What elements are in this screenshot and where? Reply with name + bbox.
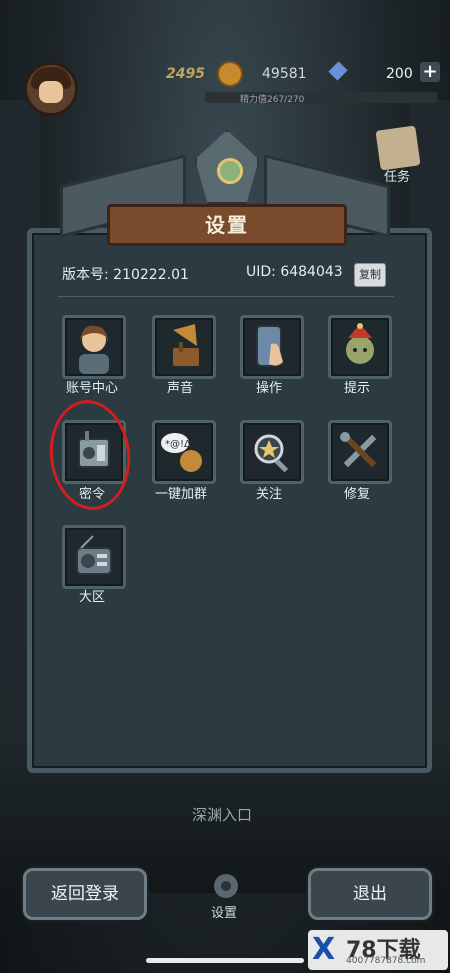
copy-uid-button[interactable]: 复制 [354, 263, 386, 287]
magnifier-star-icon [254, 434, 289, 473]
watermark-logo: X 78下载 4007787878.com [308, 930, 448, 970]
control-button[interactable] [240, 315, 304, 379]
tile-label-join-group: 一键加群 [155, 487, 208, 502]
uid-label: UID: [246, 264, 276, 280]
phone-tap-icon [256, 325, 283, 367]
account-center-button[interactable] [62, 315, 126, 379]
hint-button[interactable] [328, 315, 392, 379]
svg-text:*@!Δ: *@!Δ [165, 439, 191, 450]
sound-button[interactable] [152, 315, 216, 379]
back-to-login-button[interactable]: 返回登录 [23, 868, 147, 920]
follow-button[interactable] [240, 420, 304, 484]
join-group-button[interactable]: *@!Δ [152, 420, 216, 484]
diamond-value: 200 [386, 66, 413, 82]
gold-coin-icon [217, 61, 243, 87]
gramophone-icon [173, 324, 199, 366]
add-diamond-button[interactable]: + [420, 62, 440, 82]
tile-label-control: 操作 [256, 381, 283, 396]
gear-icon [214, 874, 238, 898]
level-value: 2495 [166, 66, 205, 82]
repair-button[interactable] [328, 420, 392, 484]
wrench-screwdriver-icon [340, 432, 377, 468]
tile-label-account: 账号中心 [66, 381, 119, 396]
tile-label-server-region: 大区 [79, 590, 106, 605]
tile-label-follow: 关注 [256, 487, 283, 502]
tile-label-hint: 提示 [344, 381, 371, 396]
uid-info: UID: 6484043 [246, 264, 343, 280]
watermark-url: 4007787878.com [346, 956, 426, 966]
uid-value: 6484043 [280, 264, 343, 280]
radio-icon [76, 535, 112, 575]
tile-label-sound: 声音 [167, 381, 194, 396]
chat-group-icon: *@!Δ [161, 433, 202, 472]
account-icon [79, 325, 109, 374]
version-label: 版本号: [62, 267, 109, 283]
energy-text: 精力值267/270 [240, 95, 305, 105]
watermark-x-icon: X [312, 932, 336, 967]
avatar-face [39, 81, 63, 103]
exit-button[interactable]: 退出 [308, 868, 432, 920]
version-info: 版本号: 210222.01 [62, 264, 189, 284]
server-region-button[interactable] [62, 525, 126, 589]
version-value: 210222.01 [113, 267, 189, 283]
dialog-title: 设置 [107, 204, 347, 246]
home-indicator[interactable] [146, 958, 304, 963]
goblin-hint-icon [346, 323, 374, 364]
settings-label: 设置 [211, 906, 238, 921]
divider [58, 296, 394, 297]
gold-value: 49581 [262, 66, 307, 82]
abyss-entrance-label: 深渊入口 [192, 806, 253, 824]
crown-gem-icon [217, 158, 243, 184]
player-avatar[interactable] [24, 62, 78, 116]
tile-label-repair: 修复 [344, 487, 371, 502]
